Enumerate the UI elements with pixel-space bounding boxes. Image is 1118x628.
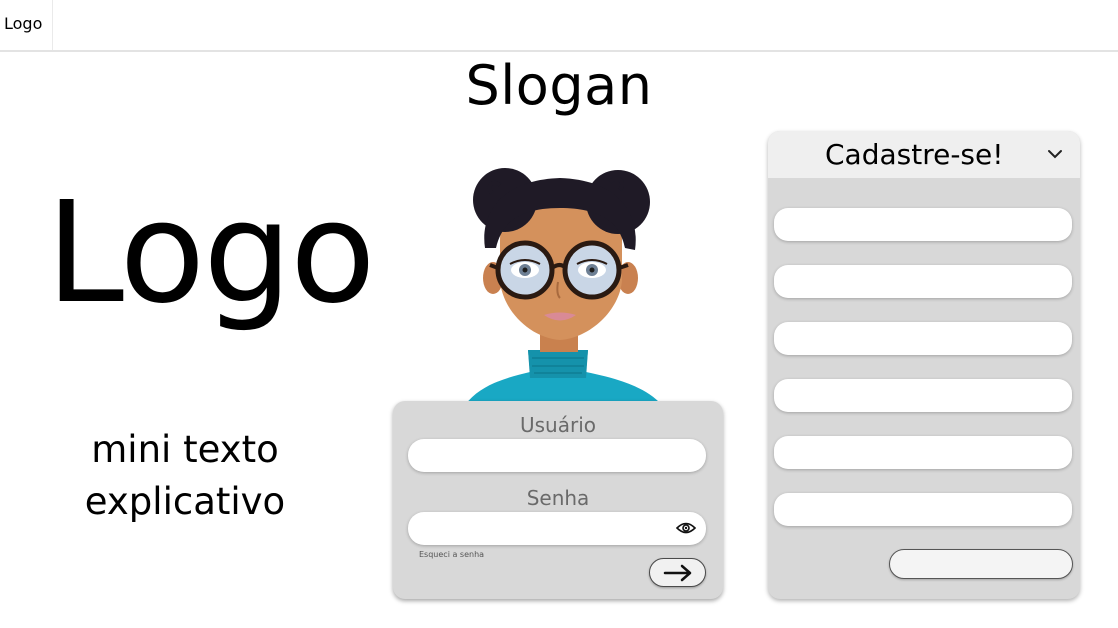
register-title: Cadastre-se! <box>825 138 1004 171</box>
topbar-divider <box>52 0 53 50</box>
mini-explanatory-text: mini texto explicativo <box>40 424 330 528</box>
mini-text-line-1: mini texto <box>91 428 279 471</box>
register-field-5[interactable] <box>774 436 1072 469</box>
register-field-2[interactable] <box>774 265 1072 298</box>
hero-logo: Logo <box>46 172 376 335</box>
register-field-4[interactable] <box>774 379 1072 412</box>
register-field-1[interactable] <box>774 208 1072 241</box>
register-submit-button[interactable] <box>889 549 1073 579</box>
register-field-3[interactable] <box>774 322 1072 355</box>
mini-text-line-2: explicativo <box>84 480 286 523</box>
arrow-right-icon <box>663 564 692 582</box>
forgot-password-link[interactable]: Esqueci a senha <box>419 550 484 559</box>
register-panel: Cadastre-se! <box>768 131 1080 599</box>
top-bar: Logo <box>0 0 1118 52</box>
avatar-illustration <box>465 168 662 405</box>
slogan: Slogan <box>465 54 653 117</box>
topbar-logo[interactable]: Logo <box>4 14 42 33</box>
eye-icon[interactable] <box>676 520 696 536</box>
login-submit-button[interactable] <box>649 558 706 587</box>
username-label: Usuário <box>519 413 596 437</box>
password-label: Senha <box>526 486 590 510</box>
login-card: Usuário Senha Esqueci a senha <box>393 401 723 599</box>
password-input[interactable] <box>408 512 706 545</box>
chevron-down-icon[interactable] <box>1047 149 1063 159</box>
register-field-6[interactable] <box>774 493 1072 526</box>
register-header[interactable]: Cadastre-se! <box>768 131 1080 178</box>
username-input[interactable] <box>408 439 706 472</box>
